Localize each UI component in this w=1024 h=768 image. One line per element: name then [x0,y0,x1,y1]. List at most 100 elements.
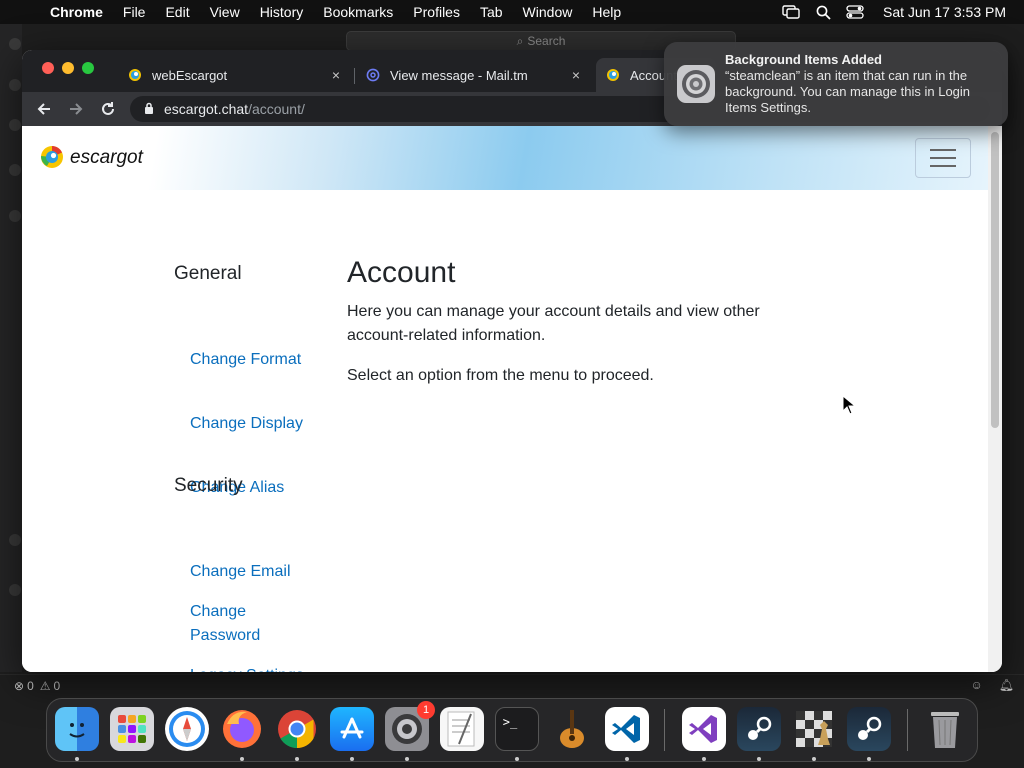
site-logo[interactable]: escargot [40,144,143,172]
screen-mirroring-icon[interactable] [775,0,807,24]
tab-title: webEscargot [152,67,228,83]
search-icon: ⌕ [516,33,524,48]
background-status-bar: ⊗ 0 ⚠ 0 ☺ 🔔︎ [0,674,1024,696]
mouse-pointer-icon [842,395,856,415]
dock-steam-icon[interactable] [737,707,781,751]
system-settings-badge: 1 [417,701,435,719]
menu-view[interactable]: View [200,4,250,20]
link-change-email[interactable]: Change Email [190,560,310,584]
escargot-logo-icon [40,146,63,168]
notifications-bell-icon[interactable]: 🔔︎ [999,678,1014,692]
tab-mail-tm[interactable]: View message - Mail.tm × [356,58,594,92]
dock-running-indicator [625,757,629,761]
dock-divider [664,709,665,751]
menu-history[interactable]: History [250,4,314,20]
link-change-password[interactable]: Change Password [190,600,310,648]
back-arrow-icon[interactable] [32,97,56,121]
page-description: Here you can manage your account details… [347,303,760,344]
menu-tab[interactable]: Tab [470,4,513,20]
macos-menu-bar: Chrome File Edit View History Bookmarks … [0,0,1024,24]
notification-title: Background Items Added [725,52,882,67]
tab-close-icon[interactable]: × [568,67,584,83]
escargot-favicon-icon [607,69,619,81]
tab-close-icon[interactable]: × [328,67,344,83]
dock-safari-icon[interactable] [165,707,209,751]
dock-firefox-icon[interactable] [220,707,264,751]
dock-trash-icon[interactable] [923,707,967,751]
dock-vscode-icon[interactable] [605,707,649,751]
dock-textedit-icon[interactable] [440,707,484,751]
dock-running-indicator [515,757,519,761]
site-info-lock-icon[interactable] [144,101,154,117]
menu-bookmarks[interactable]: Bookmarks [313,4,403,20]
navbar-toggle-button[interactable] [915,138,971,178]
problems-errors[interactable]: ⊗ 0 [14,679,34,693]
window-minimize-button[interactable] [62,62,74,74]
background-activity-bar [0,24,22,672]
macos-dock: 1 >_ [46,698,978,762]
dock-running-indicator [75,757,79,761]
explorer-icon [9,79,21,91]
menu-edit[interactable]: Edit [155,4,199,20]
window-zoom-button[interactable] [82,62,94,74]
system-settings-gear-icon [677,65,715,103]
dock-divider [907,709,908,751]
dock-running-indicator [757,757,761,761]
debug-icon [9,164,21,176]
hamburger-line [930,165,956,167]
dock-terminal-icon[interactable]: >_ [495,707,539,751]
dock-chess-icon[interactable] [792,707,836,751]
control-center-icon[interactable] [839,0,871,24]
menu-app-name[interactable]: Chrome [46,4,113,20]
dock-launchpad-icon[interactable] [110,707,154,751]
error-count: 0 [27,678,34,693]
warning-icon: ⚠ [39,678,51,693]
settings-gear-icon [9,584,21,596]
menu-file[interactable]: File [113,4,156,20]
dock-running-indicator [702,757,706,761]
site-header: escargot [22,126,988,190]
error-icon: ⊗ [14,678,25,693]
menu-bar-clock[interactable]: Sat Jun 17 3:53 PM [871,4,1024,20]
mail-at-favicon-icon [366,68,380,82]
link-change-display[interactable]: Change Display [190,412,310,436]
scrollbar-thumb[interactable] [991,132,999,428]
dock-steam-icon-2[interactable] [847,707,891,751]
spotlight-search-icon[interactable] [807,0,839,24]
dock-finder-icon[interactable] [55,707,99,751]
dock-running-indicator [295,757,299,761]
hamburger-line [930,149,956,151]
dock-visual-studio-icon[interactable] [682,707,726,751]
dock-running-indicator [867,757,871,761]
dock-chrome-icon[interactable] [275,707,319,751]
source-control-icon [9,119,21,131]
escargot-favicon-icon [129,69,141,81]
problems-warnings[interactable]: ⚠ 0 [40,679,60,693]
dock-system-settings-icon[interactable]: 1 [385,701,435,751]
tab-webescargot[interactable]: webEscargot × [118,58,354,92]
link-change-format[interactable]: Change Format [190,348,310,372]
warning-count: 0 [53,678,61,693]
forward-arrow-icon[interactable] [64,97,88,121]
menu-profiles[interactable]: Profiles [403,4,470,20]
hamburger-line [930,157,956,159]
window-close-button[interactable] [42,62,54,74]
page-scrollbar[interactable] [988,126,1002,672]
url-host: escargot.chat [164,101,249,117]
dock-app-store-icon[interactable] [330,707,374,751]
link-legacy-settings[interactable]: Legacy Settings [190,664,310,672]
background-items-notification[interactable]: Background Items Added “steamclean” is a… [664,42,1008,126]
dock-running-indicator [812,757,816,761]
dock-running-indicator [405,757,409,761]
dock-garageband-icon[interactable] [550,707,594,751]
menu-help[interactable]: Help [582,4,631,20]
sidebar-heading-security: Security [174,475,243,496]
menu-window[interactable]: Window [513,4,583,20]
reload-icon[interactable] [96,97,120,121]
chrome-window: webEscargot × View message - Mail.tm × A… [22,50,1002,672]
extensions-icon [9,210,21,222]
window-control-icon [9,38,21,50]
feedback-icon[interactable]: ☺ [971,678,983,692]
tab-separator [354,68,355,84]
notification-body: “steamclean” is an item that can run in … [725,68,971,115]
